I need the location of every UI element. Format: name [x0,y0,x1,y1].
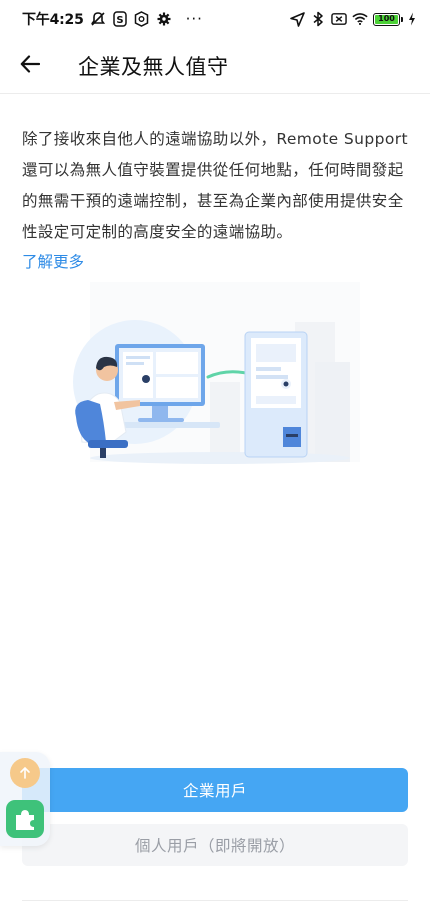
personal-user-button[interactable]: 個人用戶（即將開放） [22,824,408,866]
battery-icon: 100 [373,12,403,26]
charging-icon [408,11,416,27]
bluetooth-icon [310,11,326,27]
svg-text:S: S [116,15,123,26]
shield-app-icon [134,11,150,27]
gear-icon [156,11,172,27]
location-arrow-icon [289,11,305,27]
page-title: 企業及無人值守 [78,54,229,79]
puzzle-icon[interactable] [6,800,44,838]
wifi-icon [352,11,368,27]
enterprise-user-button[interactable]: 企業用戶 [22,768,408,812]
status-right: 100 [289,11,416,27]
app-header: 企業及無人值守 [0,38,430,94]
no-sim-icon [331,11,347,27]
s-app-icon: S [112,11,128,27]
status-left: 下午4:25 S ··· [22,9,203,29]
description-text: 除了接收來自他人的遠端協助以外，Remote Support還可以為無人值守裝置… [22,130,409,241]
bottom-divider [22,900,408,901]
illustration [70,272,370,472]
back-button[interactable] [0,38,60,94]
floating-assistant-icon[interactable] [10,758,40,788]
battery-level: 100 [375,14,398,24]
status-time: 下午4:25 [22,12,84,28]
arrow-left-icon [20,54,41,77]
status-bar: 下午4:25 S ··· 100 [0,0,430,38]
mute-bell-icon [90,11,106,27]
more-dots-icon: ··· [185,10,203,28]
learn-more-link[interactable]: 了解更多 [22,250,84,272]
